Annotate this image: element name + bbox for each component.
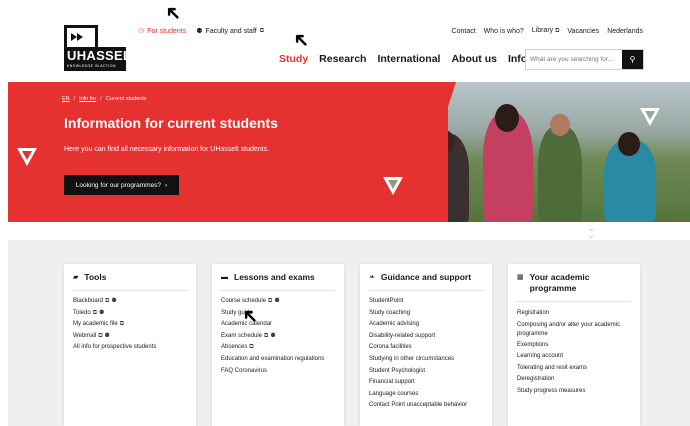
audience-links: ⚇ For students ⚉ Faculty and staff ⧉ [138, 27, 265, 36]
people-icon: ⚉ [270, 332, 276, 339]
external-link-icon: ⧉ [92, 309, 97, 316]
leaf-icon: ❧ [369, 274, 375, 281]
card-tools: ▰ Tools Blackboard ⧉ ⚉ Toledo ⧉ ⚉ My academi… [64, 264, 196, 426]
link-list: Blackboard ⧉ ⚉ Toledo ⧉ ⚉ My academic file ⧉ … [73, 296, 191, 354]
link-list: Course schedule ⧉ ⚉ Study guide Academic c… [221, 296, 339, 377]
breadcrumb-info-for[interactable]: Info for [79, 96, 96, 102]
logo-tagline: KNOWLEDGE IN ACTION [64, 64, 126, 71]
breadcrumb-en[interactable]: EN [62, 96, 70, 102]
card-title: Lessons and exams [234, 272, 315, 282]
link-study-progress[interactable]: Study progress measures [517, 386, 635, 398]
search-icon: ⚲ [629, 55, 636, 64]
external-link-icon: ⧉ [268, 298, 273, 304]
main-nav: Study Research International About us In… [279, 53, 552, 65]
card-lessons-exams: ▬ Lessons and exams Course schedule ⧉ ⚉ St… [212, 264, 344, 426]
external-link-icon: ⧉ [249, 344, 254, 351]
link-faq-coronavirus[interactable]: FAQ Coronavirus [221, 366, 339, 378]
link-study-coaching[interactable]: Study coaching [369, 308, 487, 320]
card-academic-programme: ▦ Your academic programme Registration C… [508, 264, 640, 426]
briefcase-icon: ▬ [221, 274, 228, 281]
link-deregistration[interactable]: Deregistration [517, 374, 635, 386]
link-resit-exams[interactable]: Tolerating and resit exams [517, 363, 635, 375]
search-input[interactable] [526, 50, 622, 69]
logo-play-mark [64, 25, 98, 47]
page-subtitle: Here you can find all necessary informat… [64, 146, 270, 153]
link-exam-schedule[interactable]: Exam schedule ⧉ ⚉ [221, 331, 339, 343]
link-learning-account[interactable]: Learning account [517, 351, 635, 363]
link-academic-file[interactable]: My academic file ⧉ [73, 319, 191, 331]
page-title: Information for current students [64, 115, 278, 131]
annotation-arrow: ➜ [159, 0, 188, 27]
link-exam-regulations[interactable]: Education and examination regulations [221, 354, 339, 366]
link-compose-programme[interactable]: Composing and/or alter your academic pro… [517, 320, 635, 340]
link-list: StudentPoint Study coaching Academic adv… [369, 296, 487, 412]
scroll-down-icon[interactable]: ⌄ ⌄ [588, 225, 595, 240]
nav-study[interactable]: Study [279, 53, 308, 65]
search-box: ⚲ [525, 49, 644, 70]
external-link-icon: ⧉ [98, 332, 103, 339]
library-link[interactable]: Library ⧉ [532, 27, 560, 35]
link-other-circumstances[interactable]: Studying in other circumstances [369, 354, 487, 366]
breadcrumb-current: Current students [105, 96, 147, 102]
calendar-icon: ▦ [517, 274, 524, 281]
card-title: Guidance and support [380, 272, 472, 282]
external-link-icon: ⧉ [105, 298, 110, 304]
card-guidance-support: ❧ Guidance and support StudentPoint Stud… [360, 264, 492, 426]
link-blackboard[interactable]: Blackboard ⧉ ⚉ [73, 296, 191, 308]
people-icon: ⚉ [274, 298, 280, 304]
for-students-link[interactable]: ⚇ For students [138, 27, 186, 36]
link-academic-advising[interactable]: Academic advising [369, 319, 487, 331]
link-list: Registration Composing and/or alter your… [517, 308, 635, 398]
contact-link[interactable]: Contact [452, 28, 476, 35]
faculty-staff-link[interactable]: ⚉ Faculty and staff ⧉ [196, 27, 265, 36]
external-link-icon: ⧉ [555, 28, 560, 34]
link-studentpoint[interactable]: StudentPoint [369, 296, 487, 308]
chevron-right-icon: › [165, 181, 168, 189]
link-webmail[interactable]: Webmail ⧉ ⚉ [73, 331, 191, 343]
people-icon: ⚉ [104, 332, 110, 339]
link-prospective-students[interactable]: All info for prospective students [73, 342, 191, 354]
link-absences[interactable]: Absences ⧉ [221, 342, 339, 354]
breadcrumb: EN / Info for / Current students [62, 96, 147, 102]
link-exemptions[interactable]: Exemptions [517, 340, 635, 352]
utility-nav: Contact Who is who? Library ⧉ Vacancies … [452, 27, 643, 35]
external-link-icon: ⧉ [259, 27, 265, 34]
external-link-icon: ⧉ [264, 332, 269, 339]
programmes-button[interactable]: Looking for our programmes? › [64, 175, 179, 195]
link-course-schedule[interactable]: Course schedule ⧉ ⚉ [221, 296, 339, 308]
staff-icon: ⚉ [196, 28, 203, 35]
nav-international[interactable]: International [377, 53, 440, 65]
people-icon: ⚉ [98, 309, 105, 316]
link-toledo[interactable]: Toledo ⧉ ⚉ [73, 308, 191, 320]
nav-research[interactable]: Research [319, 53, 366, 65]
card-title: Your academic programme [529, 272, 590, 293]
link-financial-support[interactable]: Financial support [369, 377, 487, 389]
card-title: Tools [84, 272, 107, 282]
link-disability-support[interactable]: Disability-related support [369, 331, 487, 343]
link-contact-point[interactable]: Contact Point unacceptable behavior [369, 400, 487, 412]
search-button[interactable]: ⚲ [622, 50, 643, 69]
annotation-arrow: ➜ [287, 26, 316, 54]
who-is-who-link[interactable]: Who is who? [484, 28, 524, 35]
logo-text: UHASSELT [64, 47, 138, 64]
people-icon: ⚉ [111, 298, 117, 304]
external-link-icon: ⧉ [119, 321, 124, 328]
link-student-psychologist[interactable]: Student Psychologist [369, 366, 487, 378]
toolbox-icon: ▰ [73, 274, 79, 281]
language-switch-link[interactable]: Nederlands [607, 28, 643, 35]
link-corona-facilities[interactable]: Corona facilities [369, 342, 487, 354]
vacancies-link[interactable]: Vacancies [567, 28, 599, 35]
link-language-courses[interactable]: Language courses [369, 389, 487, 401]
uhasselt-logo[interactable]: UHASSELT KNOWLEDGE IN ACTION [64, 25, 138, 71]
student-icon: ⚇ [138, 28, 145, 35]
link-registration[interactable]: Registration [517, 308, 635, 320]
nav-about-us[interactable]: About us [451, 53, 497, 65]
link-academic-calendar[interactable]: Academic calendar [221, 319, 339, 331]
